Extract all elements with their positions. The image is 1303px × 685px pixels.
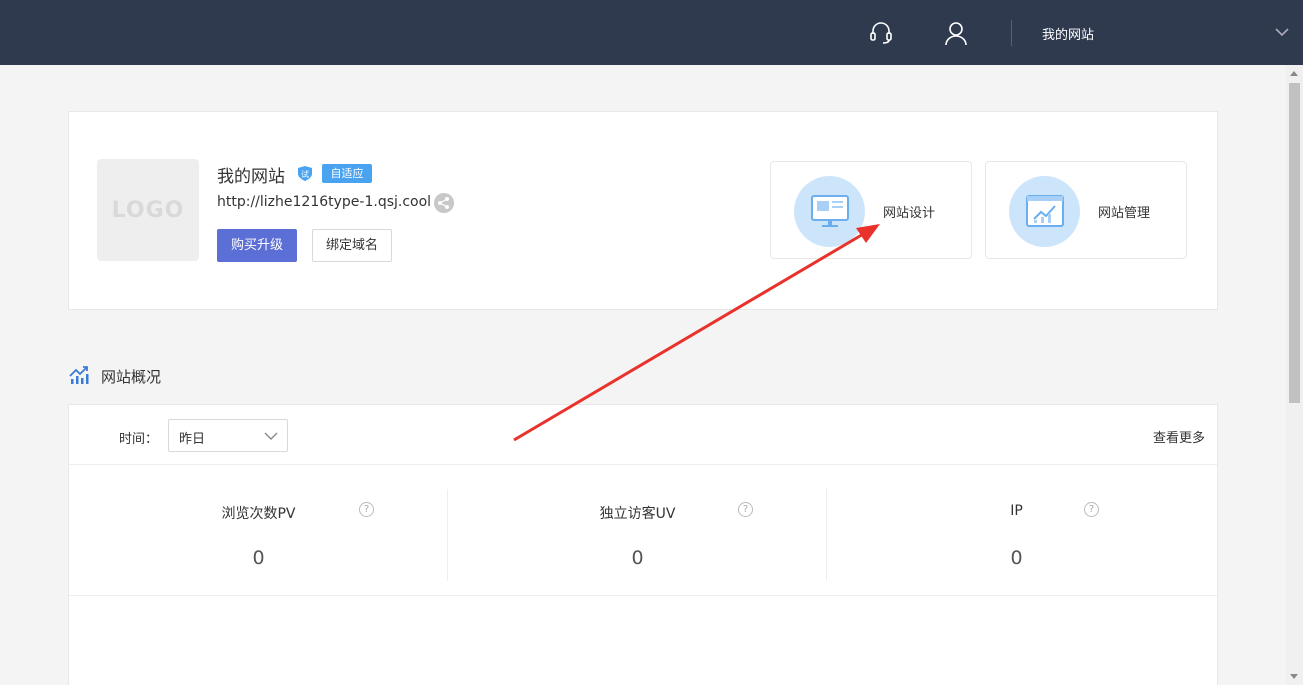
scroll-up-arrow-icon[interactable] <box>1290 71 1298 76</box>
bind-domain-button[interactable]: 绑定域名 <box>312 229 392 262</box>
buy-upgrade-button[interactable]: 购买升级 <box>217 229 297 262</box>
topbar-divider <box>1011 20 1012 46</box>
adaptive-badge: 自适应 <box>322 164 372 183</box>
metric-name: IP <box>1010 503 1023 519</box>
website-manage-card[interactable]: 网站管理 <box>985 161 1187 259</box>
overview-panel: 时间： 昨日 查看更多 浏览次数PV ? 0 独立访客UV ? 0 IP ? 0 <box>68 404 1218 685</box>
trial-shield-icon: 试 <box>298 166 312 181</box>
scroll-down-arrow-icon[interactable] <box>1290 674 1298 679</box>
scrollbar-thumb[interactable] <box>1289 83 1300 403</box>
trend-chart-icon <box>69 366 89 384</box>
time-label: 时间： <box>119 432 159 447</box>
chevron-down-icon[interactable] <box>1274 26 1290 38</box>
time-range-value: 昨日 <box>179 432 206 447</box>
overview-title: 网站概况 <box>101 368 162 386</box>
metric-value: 0 <box>1010 547 1023 569</box>
chart-window-icon <box>1026 195 1064 227</box>
metric-value: 0 <box>631 547 644 569</box>
user-icon[interactable] <box>943 20 969 46</box>
share-icon[interactable] <box>434 193 454 213</box>
monitor-icon <box>811 195 849 227</box>
site-name: 我的网站 <box>217 167 285 187</box>
help-icon[interactable]: ? <box>738 502 753 517</box>
chevron-down-icon <box>264 432 278 440</box>
page-scrollbar[interactable] <box>1286 65 1303 685</box>
help-icon[interactable]: ? <box>359 502 374 517</box>
overview-header: 时间： 昨日 查看更多 <box>69 405 1217 465</box>
site-switcher-label[interactable]: 我的网站 <box>1042 24 1094 43</box>
trial-badge-text: 试 <box>301 169 309 179</box>
view-more-link[interactable]: 查看更多 <box>1153 427 1205 446</box>
headset-icon[interactable] <box>868 20 894 46</box>
metric-value: 0 <box>252 547 265 569</box>
metric-ip: IP ? 0 <box>827 489 1206 581</box>
site-url[interactable]: http://lizhe1216type-1.qsj.cool <box>217 194 431 210</box>
top-navbar: 我的网站 <box>0 0 1303 65</box>
metric-name: 浏览次数PV <box>221 506 296 522</box>
help-icon[interactable]: ? <box>1084 502 1099 517</box>
panel-divider <box>69 595 1217 596</box>
metric-uv: 独立访客UV ? 0 <box>448 489 827 581</box>
site-logo[interactable]: LOGO <box>97 159 199 261</box>
metric-name: 独立访客UV <box>599 506 676 522</box>
time-range-select[interactable]: 昨日 <box>168 419 288 452</box>
website-design-label: 网站设计 <box>883 206 936 221</box>
website-manage-label: 网站管理 <box>1098 206 1151 221</box>
metric-pv: 浏览次数PV ? 0 <box>69 489 448 581</box>
site-info-card: LOGO 我的网站 试 自适应 http://lizhe1216type-1.q… <box>68 111 1218 310</box>
website-design-card[interactable]: 网站设计 <box>770 161 972 259</box>
